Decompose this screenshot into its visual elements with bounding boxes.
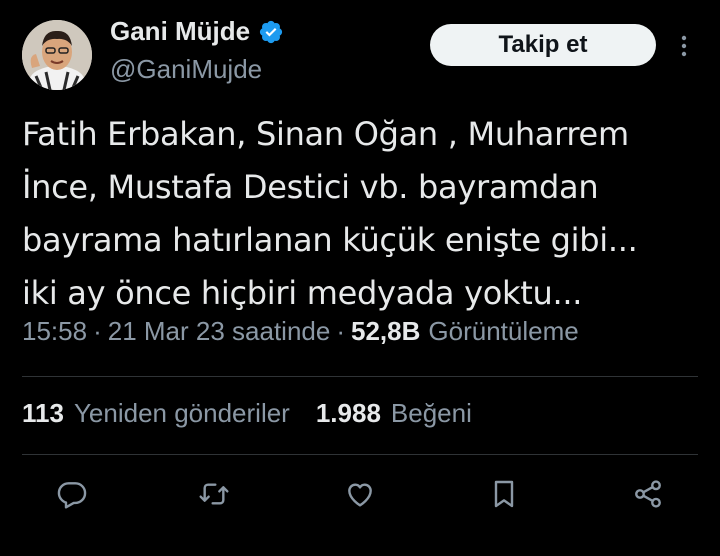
verified-badge-icon bbox=[258, 19, 284, 45]
retweets-label[interactable]: Yeniden gönderiler bbox=[74, 398, 290, 429]
likes-label[interactable]: Beğeni bbox=[391, 398, 472, 429]
likes-count[interactable]: 1.988 bbox=[316, 398, 381, 429]
follow-button[interactable]: Takip et bbox=[430, 24, 656, 66]
views-label: Görüntüleme bbox=[428, 316, 579, 346]
bookmark-icon[interactable] bbox=[484, 474, 524, 514]
divider bbox=[22, 454, 698, 455]
meta-separator: · bbox=[93, 316, 102, 346]
like-icon[interactable] bbox=[340, 474, 380, 514]
author-name-row[interactable]: Gani Müjde bbox=[110, 16, 284, 47]
share-icon[interactable] bbox=[628, 474, 668, 514]
action-bar bbox=[0, 474, 720, 524]
retweets-count[interactable]: 113 bbox=[22, 398, 64, 429]
retweet-icon[interactable] bbox=[194, 474, 234, 514]
avatar-photo bbox=[22, 20, 92, 90]
tweet-stats: 113 Yeniden gönderiler 1.988 Beğeni bbox=[22, 398, 498, 429]
tweet-date[interactable]: 21 Mar 23 saatinde bbox=[108, 316, 331, 347]
meta-separator: · bbox=[336, 316, 346, 346]
divider bbox=[22, 376, 698, 377]
tweet-text: Fatih Erbakan, Sinan Oğan , Muharrem İnc… bbox=[22, 115, 638, 312]
author-handle[interactable]: @GaniMujde bbox=[110, 54, 262, 85]
tweet-meta: 15:58 · 21 Mar 23 saatinde · 52,8B Görün… bbox=[22, 316, 579, 347]
reply-icon[interactable] bbox=[52, 474, 92, 514]
avatar[interactable] bbox=[22, 20, 92, 90]
views-count: 52,8B bbox=[351, 316, 421, 346]
author-display-name[interactable]: Gani Müjde bbox=[110, 16, 250, 47]
more-options-icon[interactable] bbox=[676, 34, 692, 58]
tweet-time[interactable]: 15:58 bbox=[22, 316, 87, 347]
